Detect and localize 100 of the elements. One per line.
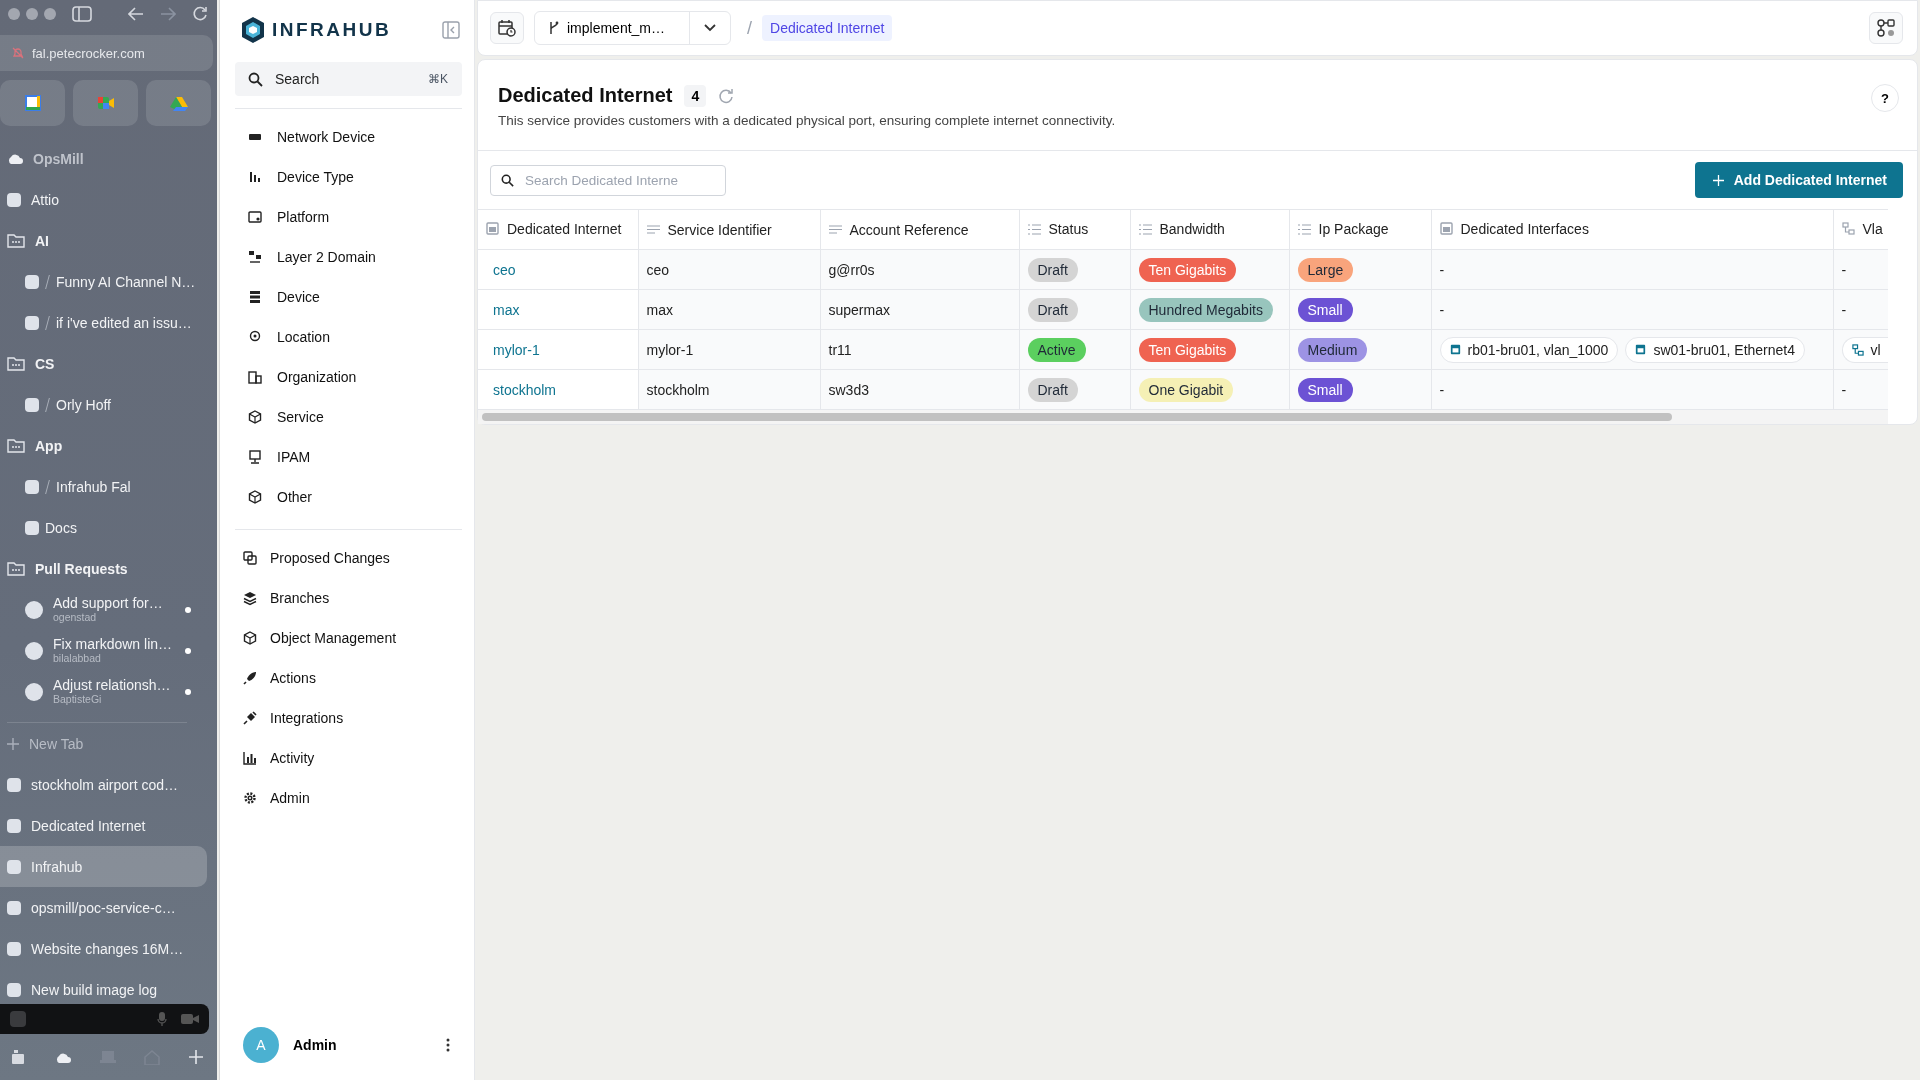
nav-item[interactable]: Device Type [235, 157, 462, 197]
nav-item[interactable]: Actions [235, 658, 462, 698]
browser-tab[interactable]: Website changes 16M… [0, 928, 207, 969]
nav-item[interactable]: Integrations [235, 698, 462, 738]
status-tag: Draft [1027, 377, 1078, 402]
back-arrow-icon[interactable] [128, 7, 144, 21]
folder-item[interactable]: App [0, 425, 207, 466]
scrollbar[interactable] [482, 413, 1672, 421]
site-icon [25, 520, 39, 535]
table-cell: supermax [828, 301, 890, 318]
browser-tab[interactable]: Orly Hoff [0, 384, 207, 425]
folder-icon [7, 233, 25, 248]
hexagon-logo-icon [240, 16, 266, 44]
site-icon [25, 682, 43, 701]
empty-cell: - [1439, 301, 1445, 318]
node-icon [1449, 344, 1461, 355]
nav-item[interactable]: Platform [235, 197, 462, 237]
breadcrumb-link[interactable]: Dedicated Internet [762, 15, 893, 41]
text-icon [828, 225, 842, 235]
nav-item[interactable]: IPAM [235, 437, 462, 477]
shortcut-hint: ⌘K [428, 72, 448, 86]
ip-package-tag: Medium [1297, 337, 1368, 362]
empty-cell: - [1439, 261, 1445, 278]
browser-tab[interactable]: stockholm airport cod… [0, 764, 207, 805]
browser-tab[interactable]: Attio [0, 179, 207, 220]
video-camera-icon[interactable] [181, 1013, 199, 1025]
folder-item[interactable]: CS [0, 343, 207, 384]
browser-tab[interactable]: Funny AI Channel N… [0, 261, 207, 302]
search-field[interactable]: Search Dedicated Interne [490, 164, 726, 196]
search-icon [248, 72, 263, 87]
building-icon [247, 369, 263, 385]
browser-tab[interactable]: opsmill/poc-service-c… [0, 887, 207, 928]
cube-icon [242, 630, 258, 646]
window-icon [247, 209, 263, 225]
folder-item[interactable]: AI [0, 220, 207, 261]
bandwidth-tag: Ten Gigabits [1138, 257, 1237, 282]
plus-icon [1712, 174, 1724, 186]
sidebar-toggle-icon[interactable] [72, 6, 92, 22]
calendar-icon [24, 95, 41, 111]
node-icon [1635, 344, 1647, 355]
nodes-icon [1877, 19, 1895, 37]
browser-tab[interactable]: Infrahub Fal [0, 466, 207, 507]
microphone-icon[interactable] [157, 1011, 167, 1027]
nav-item[interactable]: Network Device [235, 117, 462, 157]
forward-arrow-icon[interactable] [160, 7, 176, 21]
help-button[interactable]: ? [1871, 84, 1899, 112]
browser-tab[interactable]: Dedicated Internet [0, 805, 207, 846]
browser-tab[interactable]: Fix markdown lin… bilalabbad [0, 630, 207, 671]
add-button[interactable]: Add Dedicated Internet [1694, 162, 1903, 198]
schedule-button[interactable] [490, 12, 524, 44]
row-link[interactable]: stockholm [493, 381, 557, 398]
row-link[interactable]: max [493, 301, 520, 318]
nav-item[interactable]: Branches [235, 578, 462, 618]
server-stack-icon [247, 289, 263, 305]
empty-cell: - [1439, 381, 1445, 398]
collapse-sidebar-icon[interactable] [442, 21, 460, 39]
nav-item[interactable]: Organization [235, 357, 462, 397]
nav-item[interactable]: Location [235, 317, 462, 357]
nav-item[interactable]: Activity [235, 738, 462, 778]
vlan-chip[interactable]: vl [1841, 336, 1888, 363]
window-control-icon[interactable] [26, 8, 38, 20]
breadcrumb-separator: / [747, 17, 752, 39]
row-link[interactable]: mylor-1 [493, 341, 540, 358]
nav-item[interactable]: Device [235, 277, 462, 317]
nav-item[interactable]: Admin [235, 778, 462, 818]
archive-icon[interactable] [10, 1049, 26, 1065]
refresh-icon[interactable] [718, 87, 735, 104]
plus-icon[interactable] [189, 1050, 203, 1064]
relation-icon [1841, 222, 1855, 236]
table-cell: g@rr0s [828, 261, 875, 278]
row-link[interactable]: ceo [493, 261, 516, 278]
site-icon [25, 315, 39, 330]
address-bar[interactable]: fal.petecrocker.com [0, 35, 213, 71]
cloud-icon[interactable] [54, 1051, 71, 1063]
schema-view-button[interactable] [1869, 12, 1903, 44]
nav-item[interactable]: Service [235, 397, 462, 437]
browser-tab[interactable]: Docs [0, 507, 207, 548]
nav-item[interactable]: Other [235, 477, 462, 517]
browser-tab[interactable]: New build image log [0, 969, 207, 1000]
reload-icon[interactable] [192, 6, 208, 22]
branch-selector[interactable]: implement_m… [534, 11, 731, 45]
user-name: Admin [293, 1037, 337, 1053]
more-icon[interactable] [446, 1038, 450, 1052]
browser-tab[interactable]: if i've edited an issu… [0, 302, 207, 343]
nav-item[interactable]: Layer 2 Domain [235, 237, 462, 277]
site-icon [7, 818, 21, 833]
browser-tab[interactable]: Add support for… ogenstad [0, 589, 207, 630]
browser-tab[interactable]: Adjust relationsh… BaptisteGi [0, 671, 207, 712]
folder-item[interactable]: Pull Requests [0, 548, 207, 589]
nav-item[interactable]: Proposed Changes [235, 538, 462, 578]
layers-icon [242, 590, 258, 606]
interface-chip[interactable]: sw01-bru01, Ethernet4 [1625, 336, 1806, 363]
bandwidth-tag: Hundred Megabits [1138, 297, 1273, 322]
site-icon [25, 397, 39, 412]
interface-chip[interactable]: rb01-bru01, vlan_1000 [1439, 336, 1619, 363]
gear-icon [242, 790, 258, 806]
nav-item[interactable]: Object Management [235, 618, 462, 658]
pinned-tab[interactable] [0, 80, 65, 126]
window-control-icon[interactable] [8, 8, 20, 20]
window-control-icon[interactable] [44, 8, 56, 20]
